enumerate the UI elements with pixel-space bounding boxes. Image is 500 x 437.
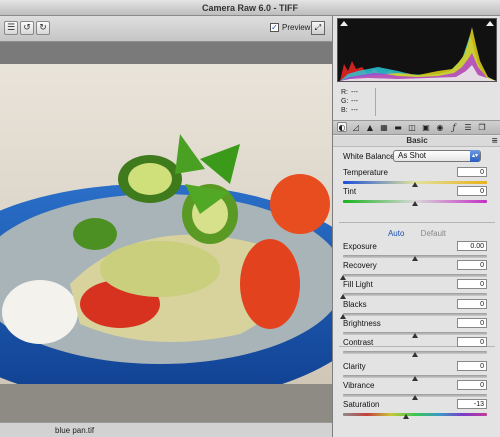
contrast-label: Contrast (343, 338, 374, 347)
tint-label: Tint (343, 187, 357, 196)
divider (339, 222, 495, 223)
vibrance-value-field[interactable]: 0 (457, 380, 487, 390)
r-label: R: (341, 89, 348, 96)
section-title: Basic ≡ (333, 136, 500, 147)
temperature-value-field[interactable]: 0 (457, 167, 487, 177)
brightness-label: Brightness (343, 319, 381, 328)
blacks-label: Blacks (343, 300, 367, 309)
highlight-clipping-warning-icon[interactable] (486, 21, 494, 26)
fill-light-slider-thumb[interactable] (340, 294, 346, 299)
brightness-value-field[interactable]: 0 (457, 318, 487, 328)
white-balance-select[interactable]: As Shot ▴▾ (393, 150, 481, 162)
brightness-control: Brightness 0 (343, 318, 495, 338)
tab-tone-curve-icon[interactable]: ◿ (351, 123, 361, 133)
tint-value-field[interactable]: 0 (457, 186, 487, 196)
saturation-label: Saturation (343, 400, 380, 409)
r-value: --- (351, 89, 358, 96)
temperature-control: Temperature 0 (343, 167, 495, 187)
photo-preview (0, 64, 332, 422)
temperature-label: Temperature (343, 168, 388, 177)
exposure-value-field[interactable]: 0.00 (457, 241, 487, 251)
tab-detail-icon[interactable]: ▲ (365, 123, 375, 133)
contrast-value-field[interactable]: 0 (457, 337, 487, 347)
clarity-control: Clarity 0 (343, 361, 495, 381)
vibrance-control: Vibrance 0 (343, 380, 495, 400)
preview-checkbox[interactable]: ✓ (270, 23, 279, 32)
white-balance-label: White Balance: (343, 152, 397, 161)
adjustments-panel: R: --- G: --- B: --- ◐ ◿ ▲ ▦ ▬ ◫ ▣ ◉ ƒ ☰ ❐ … (332, 16, 500, 437)
toolbar: ☰ ↺ ↻ ✓ Preview ⤢ (0, 16, 332, 42)
exposure-control: Exposure 0.00 (343, 241, 495, 261)
saturation-control: Saturation -13 (343, 399, 495, 419)
status-bar: blue pan.tif (0, 422, 332, 437)
panel-menu-icon[interactable]: ≡ (491, 136, 498, 145)
tab-presets-icon[interactable]: ☰ (463, 123, 473, 133)
tab-split-toning-icon[interactable]: ▬ (393, 123, 403, 133)
tab-fx-icon[interactable]: ƒ (449, 123, 459, 133)
saturation-slider-thumb[interactable] (403, 414, 410, 419)
rotate-cw-icon[interactable]: ↻ (36, 21, 50, 35)
clarity-value-field[interactable]: 0 (457, 361, 487, 371)
exposure-label: Exposure (343, 242, 377, 251)
auto-default-links: Auto Default (333, 229, 500, 238)
auto-link[interactable]: Auto (388, 229, 404, 238)
fill-light-control: Fill Light 0 (340, 279, 495, 299)
window-title: Camera Raw 6.0 - TIFF (0, 0, 500, 16)
b-value: --- (351, 107, 358, 114)
rotate-ccw-icon[interactable]: ↺ (20, 21, 34, 35)
contrast-control: Contrast 0 (343, 337, 495, 357)
b-label: B: (341, 107, 348, 114)
saturation-slider[interactable] (343, 413, 487, 416)
recovery-control: Recovery 0 (340, 260, 495, 280)
fill-light-label: Fill Light (343, 280, 373, 289)
filename-label: blue pan.tif (55, 426, 95, 435)
saturation-value-field[interactable]: -13 (457, 399, 487, 409)
recovery-value-field[interactable]: 0 (457, 260, 487, 270)
image-canvas[interactable] (0, 42, 332, 422)
default-link[interactable]: Default (421, 229, 446, 238)
fullscreen-icon[interactable]: ⤢ (311, 21, 325, 35)
tab-snapshots-icon[interactable]: ❐ (477, 123, 487, 133)
fill-light-value-field[interactable]: 0 (457, 279, 487, 289)
histogram-graph (340, 27, 496, 81)
histogram (337, 18, 497, 82)
panel-tabs: ◐ ◿ ▲ ▦ ▬ ◫ ▣ ◉ ƒ ☰ ❐ (333, 120, 500, 135)
rgb-readout: R: --- G: --- B: --- (341, 88, 358, 115)
fill-light-slider[interactable] (343, 293, 487, 296)
tab-hsl-icon[interactable]: ▦ (379, 123, 389, 133)
contrast-slider-thumb[interactable] (412, 352, 418, 357)
blacks-value-field[interactable]: 0 (457, 299, 487, 309)
section-title-text: Basic (406, 136, 428, 145)
recovery-slider[interactable] (343, 274, 487, 277)
tint-control: Tint 0 (343, 186, 495, 206)
rgb-divider (375, 88, 376, 116)
recovery-label: Recovery (343, 261, 377, 270)
select-arrows-icon: ▴▾ (470, 150, 480, 162)
g-label: G: (341, 98, 349, 105)
g-value: --- (351, 98, 358, 105)
tab-camera-calibration-icon[interactable]: ◉ (435, 123, 445, 133)
tab-lens-corrections-icon[interactable]: ◫ (407, 123, 417, 133)
clarity-label: Clarity (343, 362, 366, 371)
blacks-slider[interactable] (343, 313, 487, 316)
vibrance-label: Vibrance (343, 381, 375, 390)
white-balance-value: As Shot (398, 151, 427, 160)
tint-slider-thumb[interactable] (412, 201, 418, 206)
preview-label: Preview (282, 23, 311, 32)
tab-basic-icon[interactable]: ◐ (337, 122, 347, 132)
tab-effects-icon[interactable]: ▣ (421, 123, 431, 133)
list-icon[interactable]: ☰ (4, 21, 18, 35)
blacks-control: Blacks 0 (340, 299, 495, 319)
shadow-clipping-warning-icon[interactable] (340, 21, 348, 26)
